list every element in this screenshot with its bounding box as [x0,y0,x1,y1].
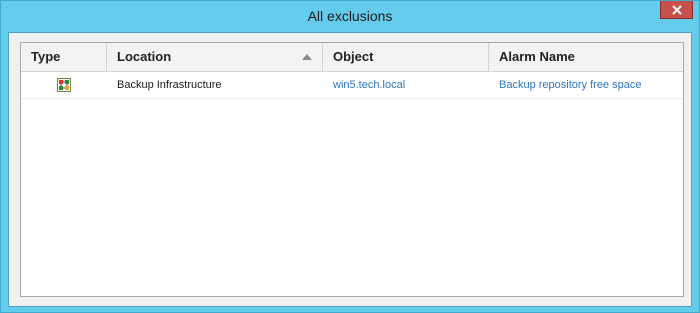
close-button[interactable] [660,1,693,19]
all-exclusions-window: All exclusions Type Location Object Alar… [0,0,700,313]
exclusions-grid[interactable]: Type Location Object Alarm Name Backup I… [20,42,684,297]
backup-infrastructure-icon [57,78,71,92]
sort-ascending-icon [302,54,312,60]
column-header-location[interactable]: Location [107,43,323,71]
table-row[interactable]: Backup Infrastructure win5.tech.local Ba… [21,72,683,99]
column-header-alarm-name[interactable]: Alarm Name [489,43,683,71]
dialog-body: Type Location Object Alarm Name Backup I… [8,32,692,307]
column-header-object[interactable]: Object [323,43,489,71]
grid-header: Type Location Object Alarm Name [21,43,683,72]
window-title: All exclusions [307,8,393,24]
alarm-name-link[interactable]: Backup repository free space [489,72,683,98]
location-cell: Backup Infrastructure [117,79,222,91]
type-cell [21,72,107,98]
title-bar[interactable]: All exclusions [1,1,699,33]
column-header-label: Alarm Name [499,49,575,64]
close-icon [671,4,682,15]
column-header-label: Object [333,49,374,64]
column-header-label: Location [117,49,172,64]
column-header-type[interactable]: Type [21,43,107,71]
object-link[interactable]: win5.tech.local [323,72,489,98]
column-header-label: Type [31,49,61,64]
